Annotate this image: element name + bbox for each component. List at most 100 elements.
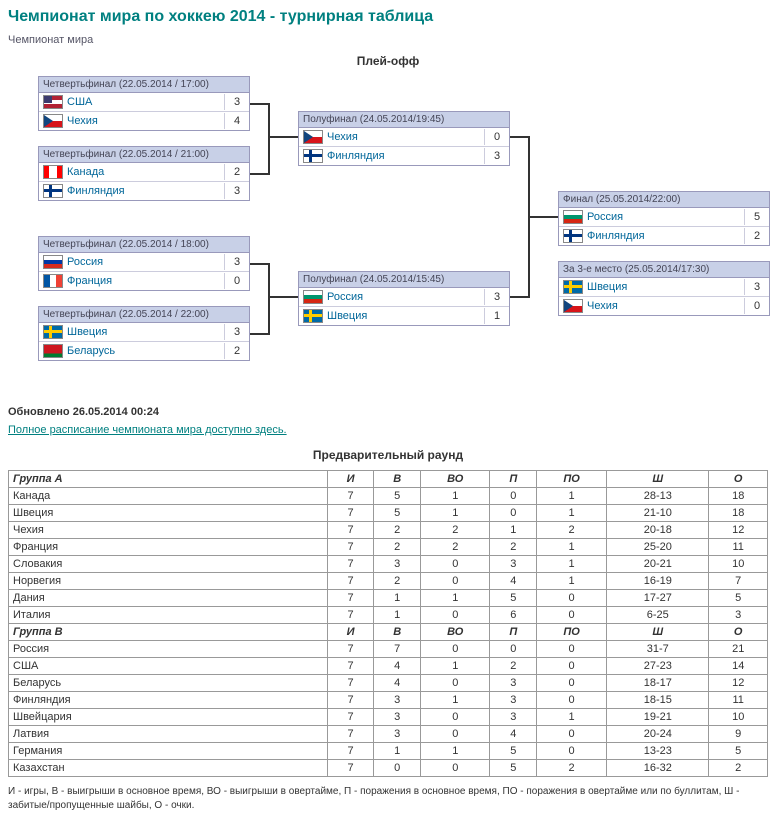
- team-link[interactable]: Россия: [327, 289, 484, 305]
- stat-cell: 5: [490, 760, 537, 777]
- team-link[interactable]: США: [67, 94, 224, 110]
- stat-cell: 6: [490, 607, 537, 624]
- score: 0: [484, 129, 509, 145]
- stat-cell: 17-27: [607, 590, 709, 607]
- stat-cell: 0: [537, 743, 607, 760]
- team-cell[interactable]: Латвия: [9, 726, 328, 743]
- stat-cell: 1: [374, 590, 421, 607]
- stat-cell: 11: [709, 539, 768, 556]
- flag-fra: [43, 274, 63, 288]
- stat-cell: 0: [421, 573, 490, 590]
- team-link[interactable]: Финляндия: [67, 183, 224, 199]
- stat-cell: 3: [374, 692, 421, 709]
- team-link[interactable]: Швеция: [327, 308, 484, 324]
- stat-cell: 1: [421, 692, 490, 709]
- team-cell[interactable]: Казахстан: [9, 760, 328, 777]
- team-cell[interactable]: Франция: [9, 539, 328, 556]
- stat-cell: 21-10: [607, 505, 709, 522]
- match-third: За 3-е место (25.05.2014/17:30) Швеция3 …: [558, 261, 770, 316]
- team-cell[interactable]: США: [9, 658, 328, 675]
- flag-fin: [43, 184, 63, 198]
- stat-cell: 2: [490, 658, 537, 675]
- team-link[interactable]: Россия: [587, 209, 744, 225]
- stat-cell: 3: [374, 709, 421, 726]
- stat-cell: 3: [490, 692, 537, 709]
- stat-cell: 0: [490, 505, 537, 522]
- team-cell[interactable]: Швейцария: [9, 709, 328, 726]
- col-header: Ш: [607, 471, 709, 488]
- team-link[interactable]: Франция: [67, 273, 224, 289]
- subtitle: Чемпионат мира: [8, 34, 768, 46]
- score: 0: [744, 298, 769, 314]
- team-cell[interactable]: Россия: [9, 641, 328, 658]
- match-qf1: Четвертьфинал (22.05.2014 / 17:00) США3 …: [38, 76, 250, 131]
- score: 1: [484, 308, 509, 324]
- table-row: Швеция7510121-1018: [9, 505, 768, 522]
- team-link[interactable]: Россия: [67, 254, 224, 270]
- stat-cell: 10: [709, 709, 768, 726]
- stat-cell: 0: [421, 641, 490, 658]
- stat-cell: 1: [374, 607, 421, 624]
- team-link[interactable]: Чехия: [67, 113, 224, 129]
- col-header: ВО: [421, 471, 490, 488]
- team-cell[interactable]: Финляндия: [9, 692, 328, 709]
- team-cell[interactable]: Италия: [9, 607, 328, 624]
- stat-cell: 5: [374, 488, 421, 505]
- team-link[interactable]: Беларусь: [67, 343, 224, 359]
- stat-cell: 19-21: [607, 709, 709, 726]
- team-link[interactable]: Финляндия: [327, 148, 484, 164]
- score: 3: [744, 279, 769, 295]
- col-header: ПО: [537, 471, 607, 488]
- stat-cell: 6-25: [607, 607, 709, 624]
- table-row: Финляндия7313018-1511: [9, 692, 768, 709]
- score: 3: [484, 148, 509, 164]
- col-header: О: [709, 624, 768, 641]
- team-link[interactable]: Финляндия: [587, 228, 744, 244]
- stat-cell: 7: [327, 488, 374, 505]
- stat-cell: 10: [709, 556, 768, 573]
- stat-cell: 7: [327, 505, 374, 522]
- stat-cell: 7: [327, 539, 374, 556]
- team-link[interactable]: Канада: [67, 164, 224, 180]
- table-row: Швейцария7303119-2110: [9, 709, 768, 726]
- team-link[interactable]: Швеция: [67, 324, 224, 340]
- team-link[interactable]: Чехия: [587, 298, 744, 314]
- team-cell[interactable]: Дания: [9, 590, 328, 607]
- team-link[interactable]: Швеция: [587, 279, 744, 295]
- team-cell[interactable]: Словакия: [9, 556, 328, 573]
- stat-cell: 3: [490, 709, 537, 726]
- team-cell[interactable]: Германия: [9, 743, 328, 760]
- team-link[interactable]: Чехия: [327, 129, 484, 145]
- stat-cell: 5: [709, 743, 768, 760]
- flag-swe: [43, 325, 63, 339]
- match-header: Четвертьфинал (22.05.2014 / 17:00): [39, 77, 249, 93]
- stat-cell: 0: [421, 607, 490, 624]
- team-cell[interactable]: Норвегия: [9, 573, 328, 590]
- stat-cell: 0: [374, 760, 421, 777]
- flag-cze: [43, 114, 63, 128]
- team-cell[interactable]: Чехия: [9, 522, 328, 539]
- stat-cell: 2: [421, 539, 490, 556]
- match-sf1: Полуфинал (24.05.2014/19:45) Чехия0 Финл…: [298, 111, 510, 166]
- flag-blr: [43, 344, 63, 358]
- team-cell[interactable]: Беларусь: [9, 675, 328, 692]
- stat-cell: 7: [327, 658, 374, 675]
- table-row: Латвия7304020-249: [9, 726, 768, 743]
- stat-cell: 7: [327, 709, 374, 726]
- team-cell[interactable]: Швеция: [9, 505, 328, 522]
- match-header: Четвертьфинал (22.05.2014 / 22:00): [39, 307, 249, 323]
- stat-cell: 7: [709, 573, 768, 590]
- stat-cell: 2: [374, 539, 421, 556]
- stat-cell: 7: [327, 556, 374, 573]
- stat-cell: 3: [490, 675, 537, 692]
- stat-cell: 9: [709, 726, 768, 743]
- score: 3: [224, 183, 249, 199]
- team-cell[interactable]: Канада: [9, 488, 328, 505]
- flag-usa: [43, 95, 63, 109]
- stat-cell: 27-23: [607, 658, 709, 675]
- stat-cell: 2: [374, 573, 421, 590]
- schedule-link[interactable]: Полное расписание чемпионата мира доступ…: [8, 424, 768, 436]
- stat-cell: 0: [537, 675, 607, 692]
- score: 2: [224, 164, 249, 180]
- table-row: Казахстан7005216-322: [9, 760, 768, 777]
